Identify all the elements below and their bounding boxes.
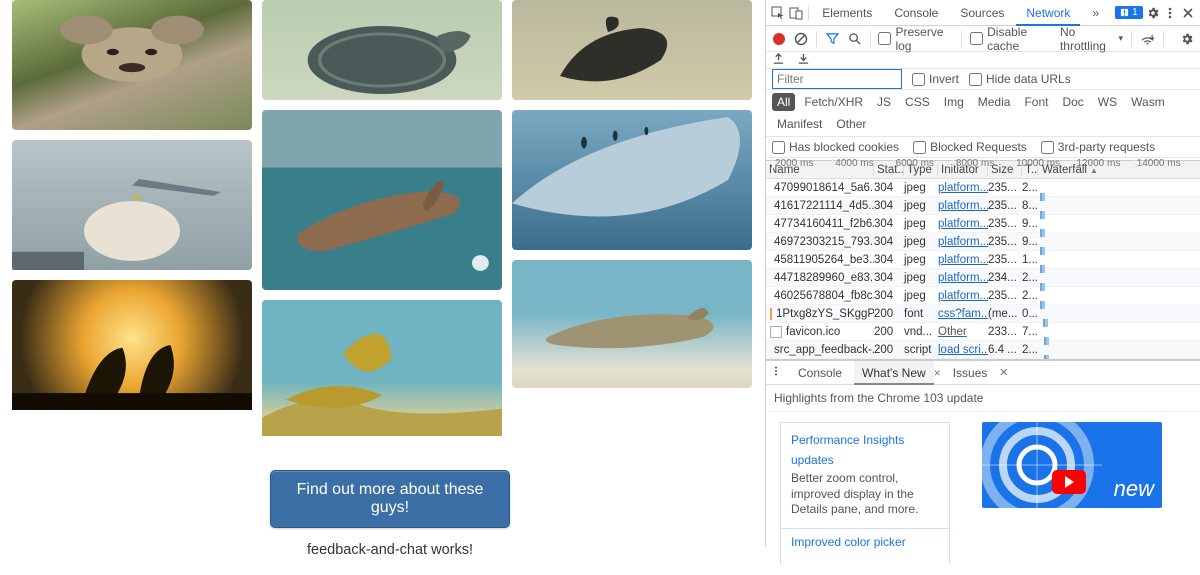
preserve-log-checkbox[interactable]: Preserve log xyxy=(878,25,953,53)
whatsnew-video-thumb[interactable]: new xyxy=(982,422,1162,508)
gallery-image[interactable] xyxy=(12,0,252,130)
type-chip-ws[interactable]: WS xyxy=(1093,93,1122,111)
type-chip-font[interactable]: Font xyxy=(1019,93,1053,111)
page-footer: Find out more about these guys! feedback… xyxy=(270,470,510,558)
play-icon xyxy=(1052,470,1086,494)
table-row[interactable]: 47099018614_5a6...304jpegplatform...235.… xyxy=(766,179,1200,197)
whatsnew-card[interactable]: Performance Insights updates Better zoom… xyxy=(780,422,950,529)
feedback-chat-label: feedback-and-chat works! xyxy=(270,542,510,558)
table-row[interactable]: 1Ptxg8zYS_SKggP...200fontcss?fam...(me..… xyxy=(766,305,1200,323)
devtools-tabstrip: Elements Console Sources Network » 1 xyxy=(766,0,1200,26)
device-toolbar-icon[interactable] xyxy=(788,2,804,24)
type-chip-doc[interactable]: Doc xyxy=(1057,93,1088,111)
gallery-image[interactable] xyxy=(512,260,752,388)
file-type-icon xyxy=(770,326,782,338)
table-row[interactable]: 41617221114_4d5...304jpegplatform...235.… xyxy=(766,197,1200,215)
gallery-image[interactable] xyxy=(12,280,252,410)
type-chip-wasm[interactable]: Wasm xyxy=(1126,93,1170,111)
type-chip-js[interactable]: JS xyxy=(872,93,896,111)
table-row[interactable]: src_app_feedback-...200scriptload scri..… xyxy=(766,341,1200,359)
kebab-menu-icon[interactable] xyxy=(1162,2,1178,24)
gallery-image[interactable] xyxy=(512,0,752,100)
kebab-menu-icon[interactable] xyxy=(770,365,786,380)
invert-checkbox[interactable]: Invert xyxy=(912,72,959,86)
network-filter-row: Invert Hide data URLs xyxy=(766,69,1200,90)
gallery-image[interactable] xyxy=(262,110,502,290)
type-chip-manifest[interactable]: Manifest xyxy=(772,115,827,133)
type-chip-fetchxhr[interactable]: Fetch/XHR xyxy=(799,93,868,111)
inspect-icon[interactable] xyxy=(770,2,786,24)
gallery-image[interactable] xyxy=(262,0,502,100)
close-devtools-icon[interactable] xyxy=(1180,2,1196,24)
table-row[interactable]: 45811905264_be3...304jpegplatform...235.… xyxy=(766,251,1200,269)
drawer-tab-issues[interactable]: Issues xyxy=(945,361,996,385)
find-out-more-button[interactable]: Find out more about these guys! xyxy=(270,470,510,528)
network-toolbar: Preserve log Disable cache No throttling… xyxy=(766,26,1200,52)
network-conditions-icon[interactable] xyxy=(1140,31,1155,47)
hide-data-urls-checkbox[interactable]: Hide data URLs xyxy=(969,72,1071,86)
export-har-icon[interactable] xyxy=(797,52,810,68)
disable-cache-checkbox[interactable]: Disable cache xyxy=(970,25,1052,53)
table-row[interactable]: 44718289960_e83...304jpegplatform...234.… xyxy=(766,269,1200,287)
drawer-content: Performance Insights updates Better zoom… xyxy=(766,412,1200,575)
additional-filter-row: Has blocked cookies Blocked Requests 3rd… xyxy=(766,137,1200,158)
tab-more[interactable]: » xyxy=(1082,0,1109,26)
type-chip-img[interactable]: Img xyxy=(939,93,969,111)
network-timeline[interactable]: 2000 ms4000 ms6000 ms8000 ms10000 ms1200… xyxy=(766,158,1200,161)
close-drawer-icon[interactable]: × xyxy=(999,364,1008,381)
gallery-image[interactable] xyxy=(512,110,752,250)
drawer-tabstrip: Console What's New × Issues × xyxy=(766,361,1200,385)
type-chip-all[interactable]: All xyxy=(772,93,795,111)
gallery-image[interactable] xyxy=(12,140,252,270)
table-row[interactable]: 46025678804_fb8c...304jpegplatform...235… xyxy=(766,287,1200,305)
network-table: Name Stat.. Type Initiator Size T.. Wate… xyxy=(766,161,1200,360)
page-content: Find out more about these guys! feedback… xyxy=(0,0,765,547)
blocked-requests-checkbox[interactable]: Blocked Requests xyxy=(913,140,1027,154)
network-toolbar-2 xyxy=(766,52,1200,69)
resource-type-filters: AllFetch/XHRJSCSSImgMediaFontDoc WSWasm Ma… xyxy=(766,90,1200,137)
drawer-tab-whatsnew[interactable]: What's New xyxy=(854,361,934,385)
tab-elements[interactable]: Elements xyxy=(812,0,882,26)
filter-input[interactable] xyxy=(772,69,902,89)
tab-network[interactable]: Network xyxy=(1016,0,1080,26)
settings-icon[interactable] xyxy=(1180,31,1194,47)
tab-sources[interactable]: Sources xyxy=(950,0,1014,26)
third-party-checkbox[interactable]: 3rd-party requests xyxy=(1041,140,1155,154)
devtools-panel: Elements Console Sources Network » 1 Pre… xyxy=(765,0,1200,547)
drawer-highlight-text: Highlights from the Chrome 103 update xyxy=(766,385,1200,412)
file-type-icon xyxy=(770,308,772,320)
type-chip-css[interactable]: CSS xyxy=(900,93,935,111)
tab-console[interactable]: Console xyxy=(884,0,948,26)
table-row[interactable]: 46972303215_793...304jpegplatform...235.… xyxy=(766,233,1200,251)
record-icon[interactable] xyxy=(772,31,786,47)
promo-label: new xyxy=(1114,476,1154,502)
image-gallery xyxy=(0,0,765,436)
close-tab-icon[interactable]: × xyxy=(934,366,941,380)
filter-icon[interactable] xyxy=(825,31,839,47)
drawer-tab-console[interactable]: Console xyxy=(790,361,850,385)
type-chip-other[interactable]: Other xyxy=(831,115,871,133)
clear-icon[interactable] xyxy=(794,31,808,47)
gallery-image[interactable] xyxy=(262,300,502,436)
type-chip-media[interactable]: Media xyxy=(973,93,1016,111)
settings-icon[interactable] xyxy=(1145,2,1161,24)
table-row[interactable]: 47734160411_f2b6...304jpegplatform...235… xyxy=(766,215,1200,233)
throttling-select[interactable]: No throttling ▾ xyxy=(1060,25,1123,53)
import-har-icon[interactable] xyxy=(772,52,785,68)
search-icon[interactable] xyxy=(847,31,861,47)
blocked-cookies-checkbox[interactable]: Has blocked cookies xyxy=(772,140,899,154)
issues-badge[interactable]: 1 xyxy=(1115,6,1143,19)
col-waterfall: Waterfall xyxy=(1038,164,1200,176)
table-row[interactable]: favicon.ico200vnd...Other233...7... xyxy=(766,323,1200,341)
